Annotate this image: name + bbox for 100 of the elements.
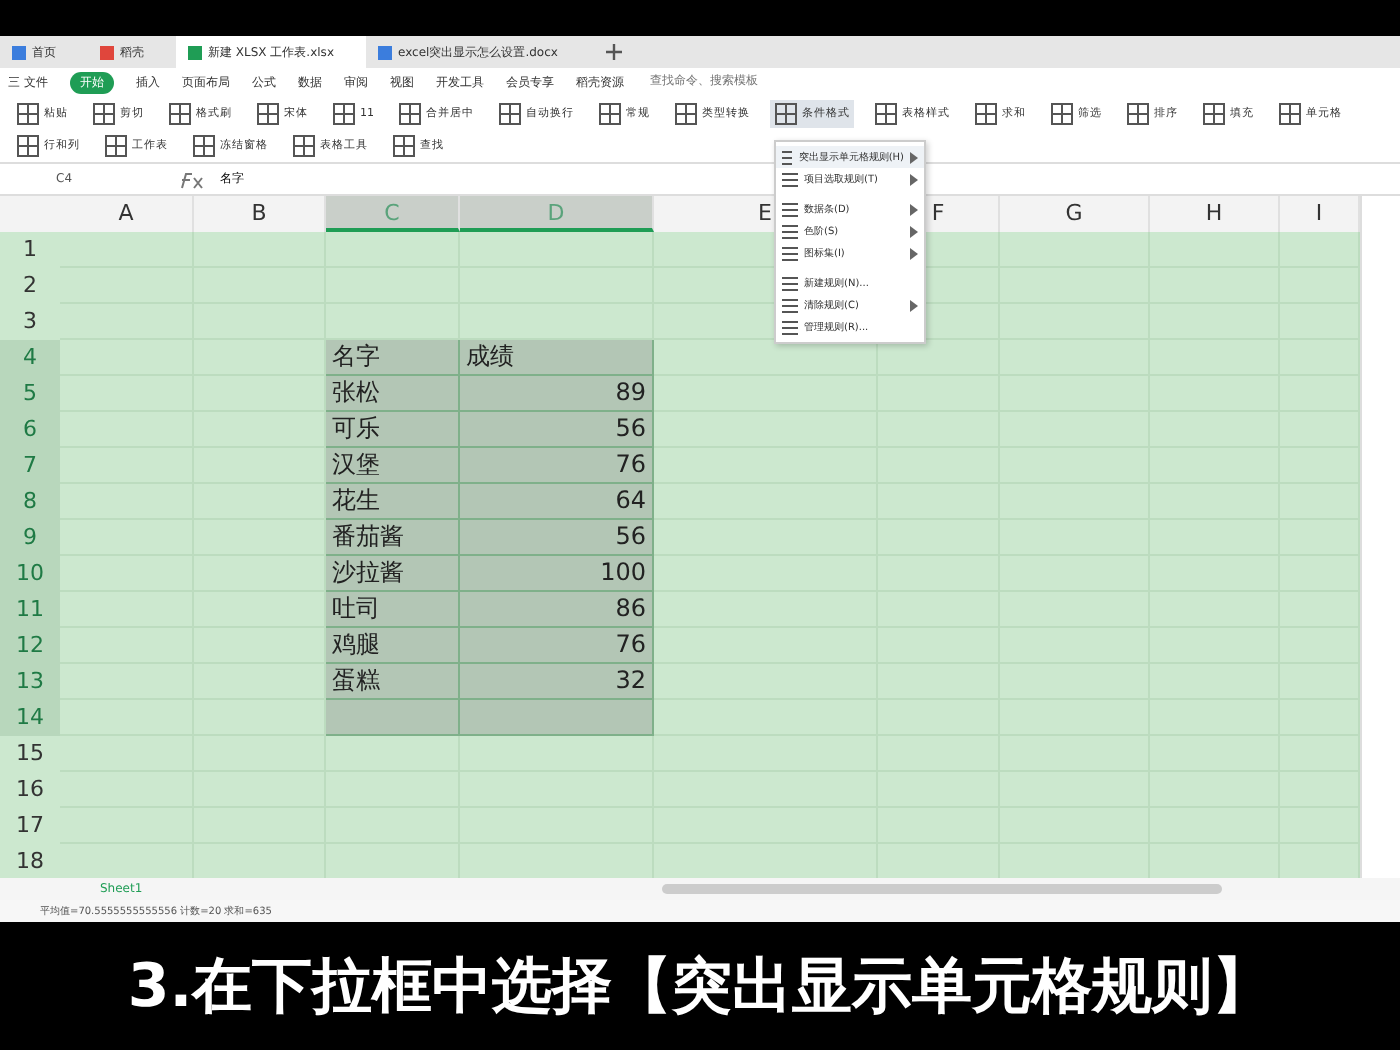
column-header[interactable]: G xyxy=(1000,196,1150,232)
table-cell xyxy=(194,844,326,878)
column-header[interactable]: I xyxy=(1280,196,1360,232)
row-header[interactable]: 16 xyxy=(0,772,60,808)
table-cell: 56 xyxy=(460,520,654,556)
grid-icon xyxy=(104,133,128,157)
grid-icon xyxy=(16,133,40,157)
column-header[interactable]: A xyxy=(60,196,194,232)
table-cell xyxy=(1150,844,1280,878)
column-header[interactable]: B xyxy=(194,196,326,232)
table-cell: 蛋糕 xyxy=(326,664,460,700)
grid-icon xyxy=(168,101,192,125)
table-cell xyxy=(1280,484,1360,520)
list-icon xyxy=(782,149,793,165)
table-cell: 32 xyxy=(460,664,654,700)
table-cell: 64 xyxy=(460,484,654,520)
table-cell: 成绩 xyxy=(460,340,654,376)
file-icon xyxy=(12,45,26,59)
table-cell xyxy=(194,376,326,412)
table-cell: 86 xyxy=(460,592,654,628)
table-cell xyxy=(1280,340,1360,376)
scrollbar[interactable] xyxy=(662,884,1223,894)
grid-icon xyxy=(256,101,280,125)
table-cell xyxy=(1280,664,1360,700)
table-cell xyxy=(194,448,326,484)
grid-icon xyxy=(498,101,522,125)
table-cell xyxy=(194,412,326,448)
grid-icon xyxy=(16,101,40,125)
list-icon xyxy=(782,297,798,313)
grid-icon xyxy=(1278,101,1302,125)
table-cell: 100 xyxy=(460,556,654,592)
column-header[interactable]: H xyxy=(1150,196,1280,232)
table-cell xyxy=(1280,412,1360,448)
table-cell xyxy=(194,556,326,592)
table-cell xyxy=(326,304,460,340)
grid-icon xyxy=(392,133,416,157)
table-cell xyxy=(60,844,194,878)
row-header[interactable]: 17 xyxy=(0,808,60,844)
table-cell xyxy=(194,520,326,556)
grid-icon xyxy=(974,101,998,125)
list-icon xyxy=(782,275,798,291)
table-cell xyxy=(1280,448,1360,484)
fx-icon xyxy=(176,169,204,189)
table-cell: 张松 xyxy=(326,376,460,412)
table-cell xyxy=(194,484,326,520)
table-cell xyxy=(1280,232,1360,268)
table-cell xyxy=(60,232,194,268)
plus-icon[interactable] xyxy=(605,44,622,60)
table-cell xyxy=(1150,232,1280,268)
table-cell xyxy=(1280,844,1360,878)
table-cell xyxy=(878,844,1000,878)
grid-icon xyxy=(92,101,116,125)
grid-icon xyxy=(774,101,798,125)
table-cell: 可乐 xyxy=(326,412,460,448)
file-icon xyxy=(100,45,114,59)
row-header[interactable]: 3 xyxy=(0,304,60,340)
table-cell xyxy=(326,700,460,736)
file-icon xyxy=(378,45,392,59)
table-cell xyxy=(1280,736,1360,772)
table-cell xyxy=(878,340,1000,376)
table-cell xyxy=(194,232,326,268)
table-cell xyxy=(194,592,326,628)
list-icon xyxy=(782,223,798,239)
grid-icon xyxy=(192,133,216,157)
row-header[interactable]: 15 xyxy=(0,736,60,772)
table-cell xyxy=(326,844,460,878)
table-cell: 汉堡 xyxy=(326,448,460,484)
table-cell xyxy=(194,664,326,700)
table-cell xyxy=(1280,520,1360,556)
table-cell xyxy=(1280,376,1360,412)
table-cell: 鸡腿 xyxy=(326,628,460,664)
list-icon xyxy=(782,245,798,261)
table-cell: 沙拉酱 xyxy=(326,556,460,592)
table-cell xyxy=(194,304,326,340)
table-cell xyxy=(194,340,326,376)
grid-icon xyxy=(874,101,898,125)
table-cell xyxy=(326,736,460,772)
table-cell xyxy=(326,232,460,268)
table-cell: 56 xyxy=(460,412,654,448)
grid-icon xyxy=(1202,101,1226,125)
grid-icon xyxy=(398,101,422,125)
table-cell xyxy=(194,736,326,772)
grid-icon xyxy=(674,101,698,125)
select-all-corner[interactable] xyxy=(0,196,60,232)
table-cell: 76 xyxy=(460,628,654,664)
table-cell: 名字 xyxy=(326,340,460,376)
table-cell: 89 xyxy=(460,376,654,412)
table-cell xyxy=(1280,700,1360,736)
table-cell xyxy=(1280,808,1360,844)
grid-icon xyxy=(332,101,356,125)
list-icon xyxy=(782,319,798,335)
row-header[interactable]: 2 xyxy=(0,268,60,304)
table-cell: 番茄酱 xyxy=(326,520,460,556)
grid-icon xyxy=(1050,101,1074,125)
list-icon xyxy=(782,201,798,217)
table-cell xyxy=(194,700,326,736)
table-cell xyxy=(1280,304,1360,340)
row-header[interactable]: 1 xyxy=(0,232,60,268)
row-header[interactable]: 18 xyxy=(0,844,60,878)
table-cell xyxy=(1280,592,1360,628)
